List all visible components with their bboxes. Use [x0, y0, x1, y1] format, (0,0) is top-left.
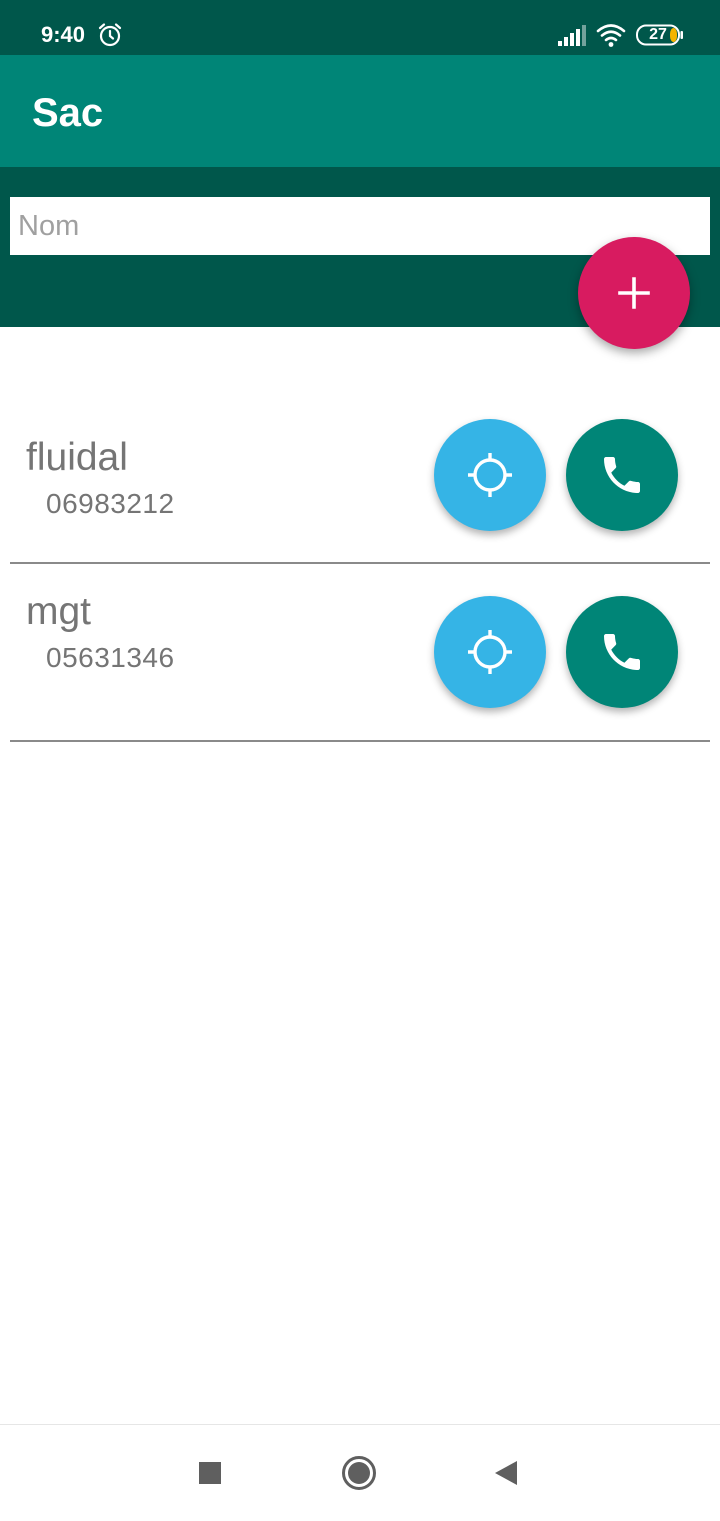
phone-icon [604, 457, 640, 493]
recents-square-icon[interactable] [199, 1462, 221, 1484]
contact-phone: 05631346 [46, 642, 175, 673]
app-bar: Sac [0, 55, 720, 167]
status-bar: 9:40 27 [0, 0, 720, 55]
battery-level: 27 [649, 26, 667, 43]
signal-icon [558, 25, 586, 46]
status-time: 9:40 [41, 22, 86, 47]
contact-name: fluidal [26, 436, 128, 479]
plus-icon [618, 277, 650, 309]
page-title: Sac [32, 91, 104, 135]
contact-list: fluidal 06983212 mgt 05631346 [10, 388, 710, 742]
alarm-icon [98, 23, 122, 47]
navigation-bar [0, 1424, 720, 1521]
list-item[interactable]: fluidal 06983212 [10, 388, 710, 564]
back-triangle-icon[interactable] [493, 1459, 519, 1487]
call-button[interactable] [566, 596, 678, 708]
phone-icon [604, 634, 640, 670]
locate-button[interactable] [434, 419, 546, 531]
contact-name: mgt [26, 590, 92, 633]
list-item[interactable]: mgt 05631346 [10, 564, 710, 742]
add-button[interactable] [578, 237, 690, 349]
call-button[interactable] [566, 419, 678, 531]
home-circle-icon[interactable] [341, 1455, 377, 1491]
crosshair-icon [468, 630, 512, 674]
wifi-icon [596, 24, 626, 47]
crosshair-icon [468, 453, 512, 497]
locate-button[interactable] [434, 596, 546, 708]
contact-phone: 06983212 [46, 488, 175, 519]
